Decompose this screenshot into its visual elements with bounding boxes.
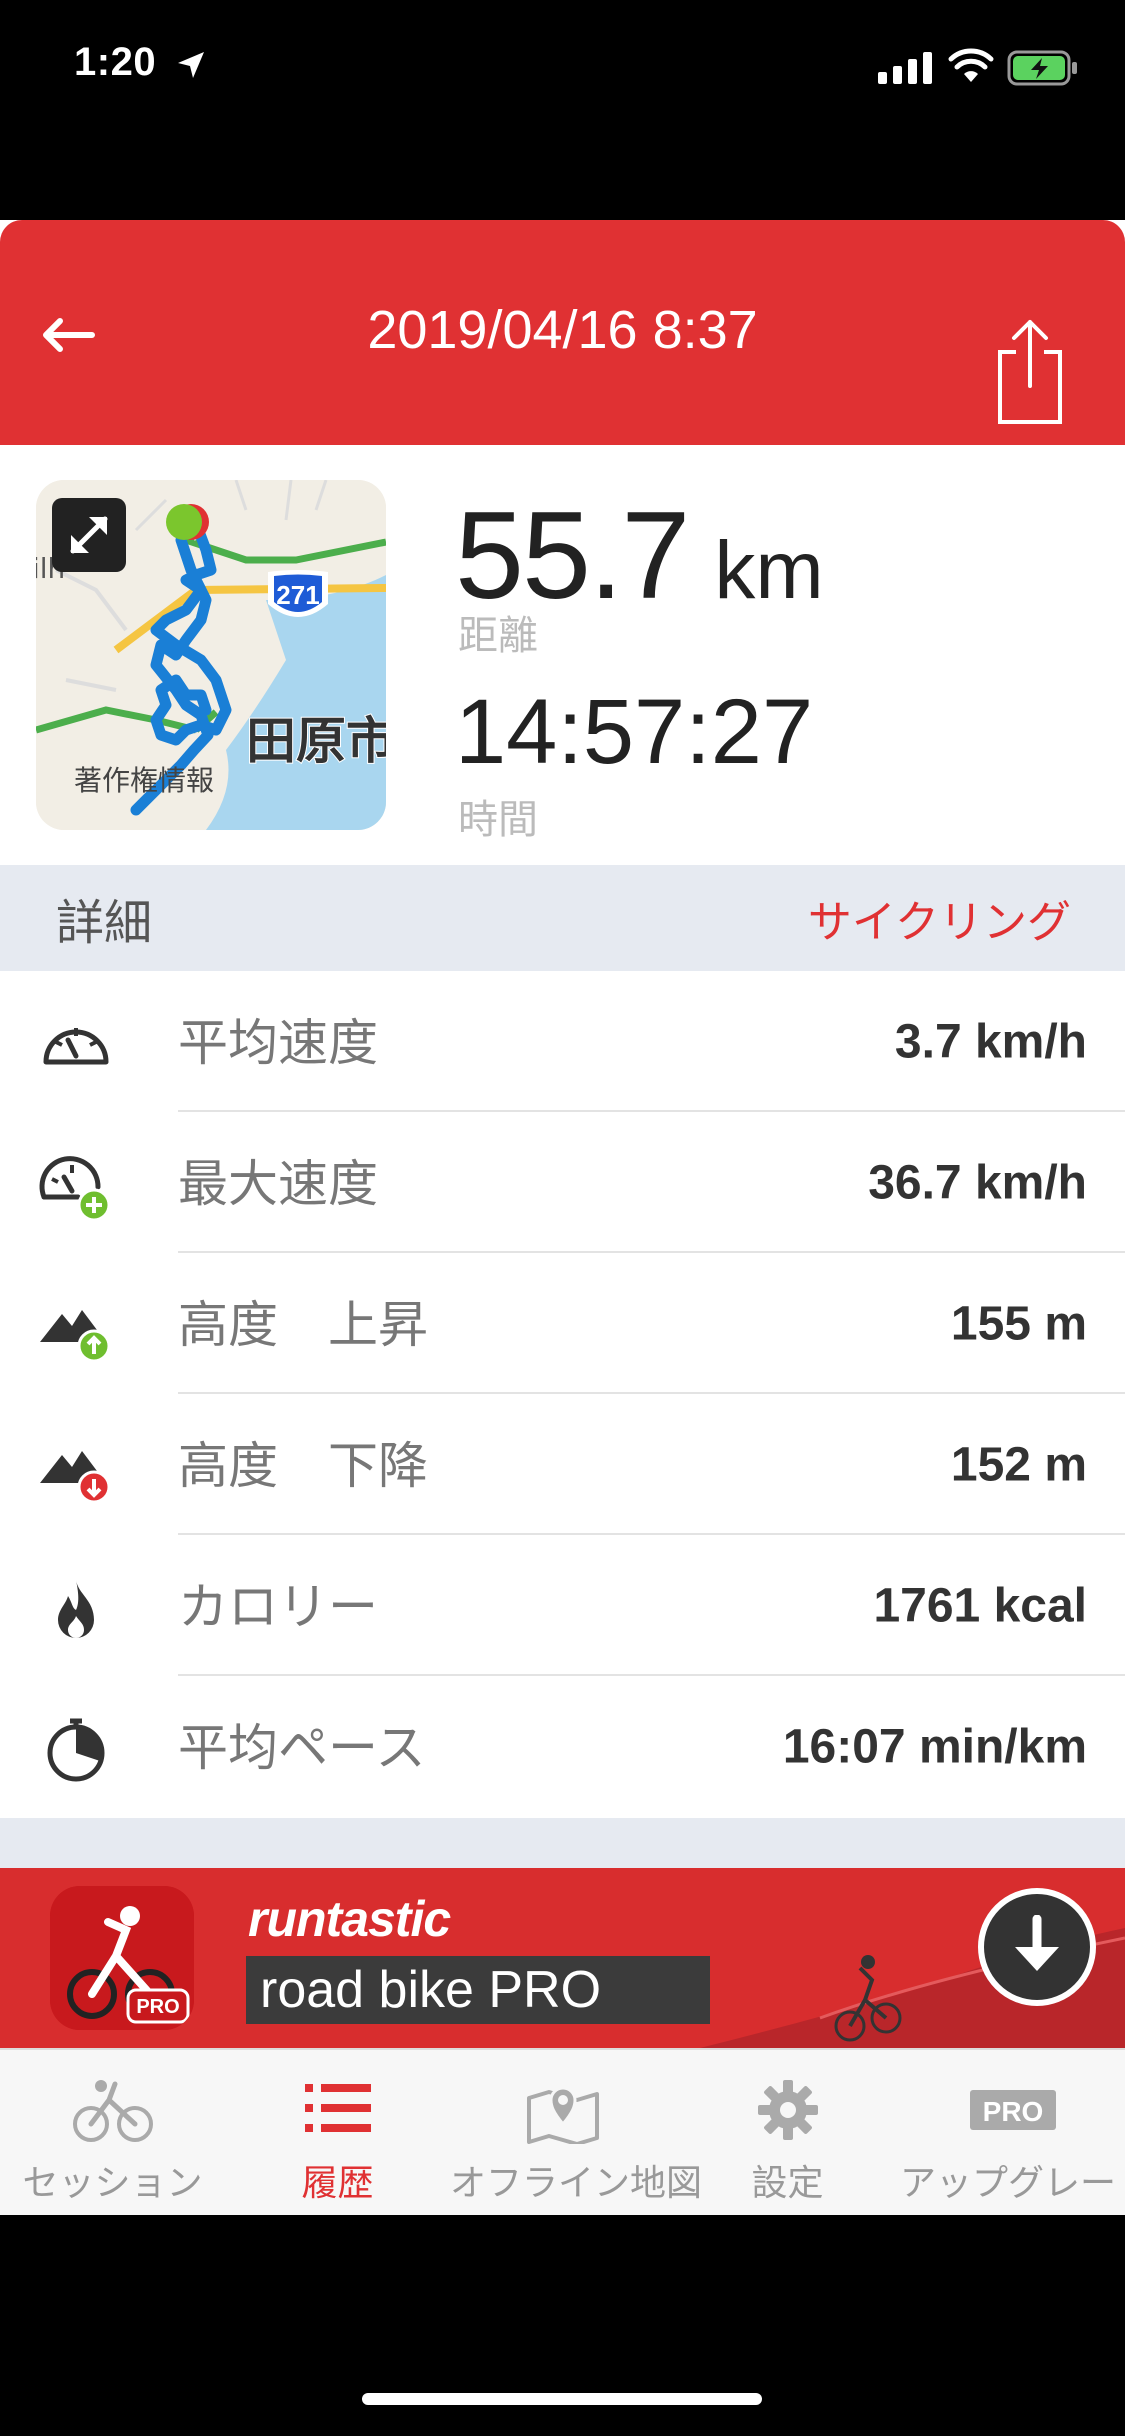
promo-product: road bike PRO (246, 1956, 710, 2024)
detail-row-calories: カロリー 1761 kcal (0, 1535, 1125, 1676)
detail-value: 155 m (950, 1297, 1087, 1350)
speedometer-icon (43, 1028, 109, 1065)
cyclist-icon (72, 2080, 153, 2142)
detail-value: 1761 kcal (873, 1579, 1087, 1632)
map-pin-icon (526, 2086, 599, 2144)
gear-icon (757, 2080, 818, 2140)
detail-value: 152 m (950, 1438, 1087, 1491)
detail-value: 36.7 km/h (868, 1156, 1087, 1209)
share-button[interactable] (990, 316, 1080, 436)
share-icon (998, 320, 1062, 424)
location-arrow-icon (178, 52, 204, 78)
details-section-header: 詳細 サイクリング (0, 865, 1125, 971)
navigation-header: 2019/04/16 8:37 (0, 220, 1125, 445)
tab-session[interactable]: セッション (0, 2050, 225, 2217)
tab-settings[interactable]: 設定 (675, 2050, 900, 2217)
session-summary: 271 田原市 著作権情報 ilh 55.7km 距離 14:57:27 時間 (0, 445, 1125, 865)
duration-label: 時間 (458, 797, 538, 843)
page-title: 2019/04/16 8:37 (367, 300, 758, 360)
map-copyright-label: 著作権情報 (74, 764, 214, 797)
tab-label: セッション (22, 2163, 203, 2204)
promo-app-icon: PRO (50, 1886, 194, 2030)
tab-label: アップグレード (900, 2163, 1125, 2204)
section-spacer (0, 1818, 1125, 1868)
list-icon (304, 2084, 371, 2132)
promo-banner[interactable]: PRO runtastic road bike PRO (0, 1868, 1125, 2048)
distance-unit: km (714, 525, 824, 616)
detail-row-elevation-gain: 高度 上昇 155 m (0, 1253, 1125, 1394)
detail-label: カロリー (178, 1577, 378, 1636)
detail-list: 平均速度 3.7 km/h 最大速度 36.7 km/h 高度 上昇 155 m… (0, 971, 1125, 1817)
distance-label: 距離 (458, 613, 538, 659)
speedometer-plus-icon (39, 1156, 111, 1222)
expand-map-button[interactable] (52, 498, 126, 572)
detail-row-max-speed: 最大速度 36.7 km/h (0, 1112, 1125, 1253)
detail-value: 16:07 min/km (782, 1720, 1087, 1773)
detail-label: 高度 下降 (178, 1436, 428, 1495)
tab-upgrade[interactable]: PRO アップグレード (900, 2050, 1125, 2217)
detail-label: 高度 上昇 (178, 1295, 428, 1354)
pro-badge-text: PRO (982, 2096, 1043, 2127)
wifi-icon (948, 48, 994, 82)
app-window: 2019/04/16 8:37 271 田原市 著作権情報 lh 55.7 km… (0, 220, 1125, 2215)
activity-type[interactable]: サイクリング (808, 886, 1071, 950)
tab-bar: セッション 履歴 オフライン地図 設定 PRO アップグレー (0, 2048, 1125, 2215)
detail-row-elevation-loss: 高度 下降 152 m (0, 1394, 1125, 1535)
tab-history[interactable]: 履歴 (225, 2050, 450, 2217)
duration-value: 14:57:27 (455, 681, 814, 783)
promo-brand: runtastic (248, 1891, 451, 1947)
status-bar: 1:20 (0, 0, 1125, 140)
detail-row-average-speed: 平均速度 3.7 km/h (0, 971, 1125, 1112)
detail-label: 平均速度 (178, 1013, 378, 1072)
expand-icon (70, 516, 108, 554)
download-arrow-icon (1015, 1915, 1059, 1971)
battery-charging-icon (1007, 50, 1077, 86)
detail-label: 平均ペース (178, 1718, 426, 1777)
status-time: 1:20 (74, 40, 157, 84)
tab-label: 履歴 (301, 2163, 374, 2204)
cellular-signal-icon (878, 52, 932, 84)
detail-value: 3.7 km/h (894, 1015, 1087, 1068)
mountain-down-icon (40, 1451, 111, 1504)
cyclist-app-icon: PRO (50, 1886, 194, 2030)
promo-icon-badge: PRO (136, 1996, 179, 2018)
detail-label: 最大速度 (178, 1154, 378, 1213)
stopwatch-icon (47, 1718, 105, 1782)
details-title: 詳細 (56, 895, 153, 951)
route-map-thumbnail[interactable]: 271 田原市 著作権情報 ilh (36, 480, 386, 830)
detail-row-average-pace: 平均ペース 16:07 min/km (0, 1676, 1125, 1817)
map-city-label: 田原市 (246, 712, 386, 770)
route-number-label: 271 (276, 580, 319, 610)
home-indicator[interactable] (362, 2393, 762, 2405)
flame-icon (58, 1580, 94, 1638)
tab-label: オフライン地図 (450, 2163, 703, 2204)
tab-label: 設定 (751, 2163, 824, 2204)
promo-download-button[interactable] (978, 1888, 1096, 2006)
mountain-up-icon (40, 1310, 111, 1363)
pro-badge-icon: PRO (969, 2090, 1056, 2130)
tab-offline-map[interactable]: オフライン地図 (450, 2050, 703, 2217)
